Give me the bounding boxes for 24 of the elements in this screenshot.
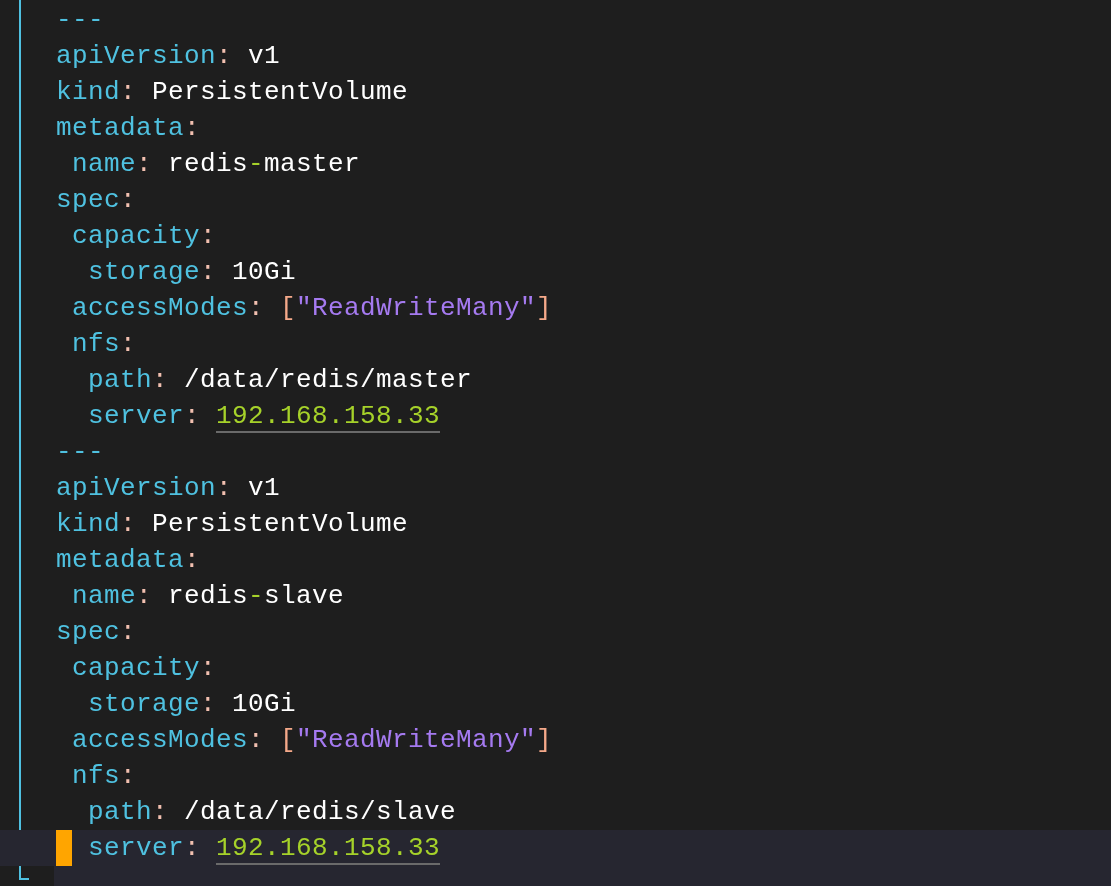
code-line: name: redis-slave [71,581,345,611]
text-cursor [56,830,72,866]
code-line: name: redis-master [71,149,361,179]
code-line: metadata: [56,545,201,575]
code-line: apiVersion: v1 [56,41,281,71]
code-line: capacity: [71,653,217,683]
code-line: storage: 10Gi [87,257,297,287]
code-line: kind: PersistentVolume [56,77,409,107]
code-line: capacity: [71,221,217,251]
code-line: path: /data/redis/master [87,365,473,395]
code-line: nfs: [71,329,137,359]
code-line: server: 192.168.158.33 [87,401,441,431]
code-line: nfs: [71,761,137,791]
code-line: apiVersion: v1 [56,473,281,503]
code-line: metadata: [56,113,201,143]
code-line: path: /data/redis/slave [87,797,457,827]
code-line: --- [56,5,104,35]
code-line: accessModes: ["ReadWriteMany"] [71,293,553,323]
code-line: spec: [56,185,137,215]
code-line: spec: [56,617,137,647]
code-line: kind: PersistentVolume [56,509,409,539]
code-line: storage: 10Gi [87,689,297,719]
code-line: accessModes: ["ReadWriteMany"] [71,725,553,755]
code-line: --- [56,437,104,467]
